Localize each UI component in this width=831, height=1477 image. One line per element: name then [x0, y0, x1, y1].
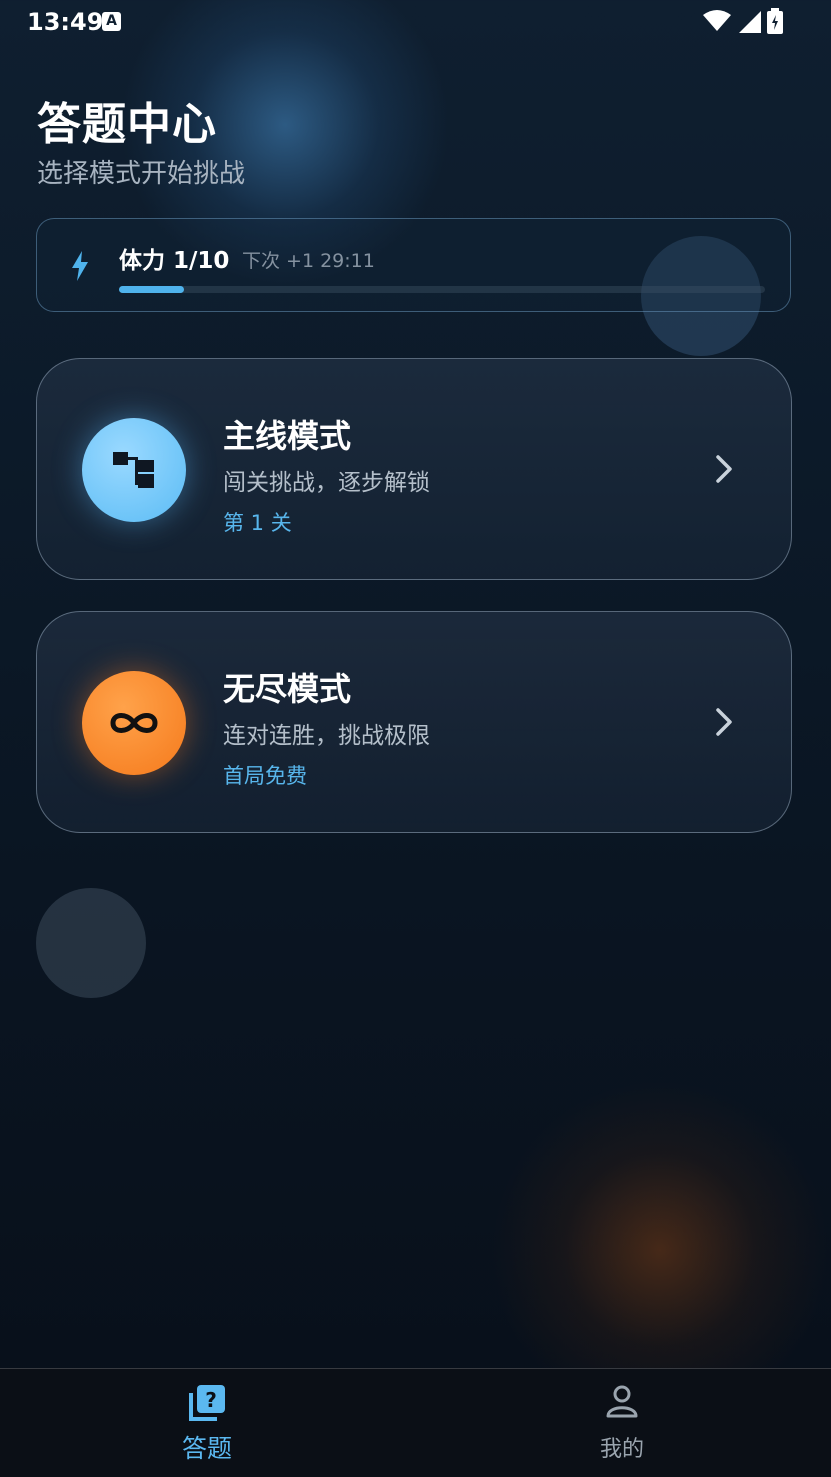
wifi-icon: [703, 10, 731, 31]
battery-icon: [767, 8, 783, 34]
chevron-right-icon: [716, 455, 732, 483]
cell-signal-icon: [739, 11, 761, 33]
bottom-nav: ? 答题 我的: [0, 1368, 831, 1477]
svg-text:?: ?: [205, 1388, 217, 1412]
status-time: 13:49: [27, 8, 104, 36]
notification-a-icon: A: [102, 12, 121, 31]
profile-icon: [606, 1385, 638, 1418]
lightning-icon: [72, 251, 88, 281]
stamina-progress-fill: [119, 286, 184, 293]
endless-mode-card[interactable]: 无尽模式 连对连胜，挑战极限 首局免费: [36, 611, 792, 833]
status-bar: 13:49 A: [0, 0, 831, 44]
main-mode-level-tag: 第 1 关: [223, 511, 292, 535]
page-subtitle: 选择模式开始挑战: [37, 159, 246, 189]
stamina-next-refill: 下次 +1 29:11: [242, 250, 375, 272]
stamina-card: 体力 1/10 下次 +1 29:11: [36, 218, 791, 312]
endless-mode-icon-circle: [82, 671, 186, 775]
nav-tab-profile-label: 我的: [599, 1437, 644, 1462]
level-tree-icon: [113, 452, 154, 488]
nav-tab-profile[interactable]: 我的: [552, 1383, 692, 1463]
endless-mode-title: 无尽模式: [223, 670, 352, 708]
page-title: 答题中心: [37, 99, 217, 150]
main-mode-title: 主线模式: [223, 417, 352, 455]
stamina-progress-track: [119, 286, 765, 293]
nav-tab-quiz[interactable]: ? 答题: [137, 1383, 277, 1465]
endless-mode-free-tag: 首局免费: [223, 764, 307, 788]
main-mode-icon-circle: [82, 418, 186, 522]
chevron-right-icon: [716, 708, 732, 736]
nav-tab-quiz-label: 答题: [181, 1434, 232, 1463]
quiz-icon: ?: [189, 1385, 225, 1421]
endless-mode-description: 连对连胜，挑战极限: [223, 723, 430, 749]
main-mode-description: 闯关挑战，逐步解锁: [223, 470, 430, 496]
status-icons: [703, 8, 783, 34]
main-mode-card[interactable]: 主线模式 闯关挑战，逐步解锁 第 1 关: [36, 358, 792, 580]
infinity-icon: [110, 713, 158, 733]
stamina-label: 体力 1/10: [119, 248, 230, 274]
decorative-bubble: [36, 888, 146, 998]
